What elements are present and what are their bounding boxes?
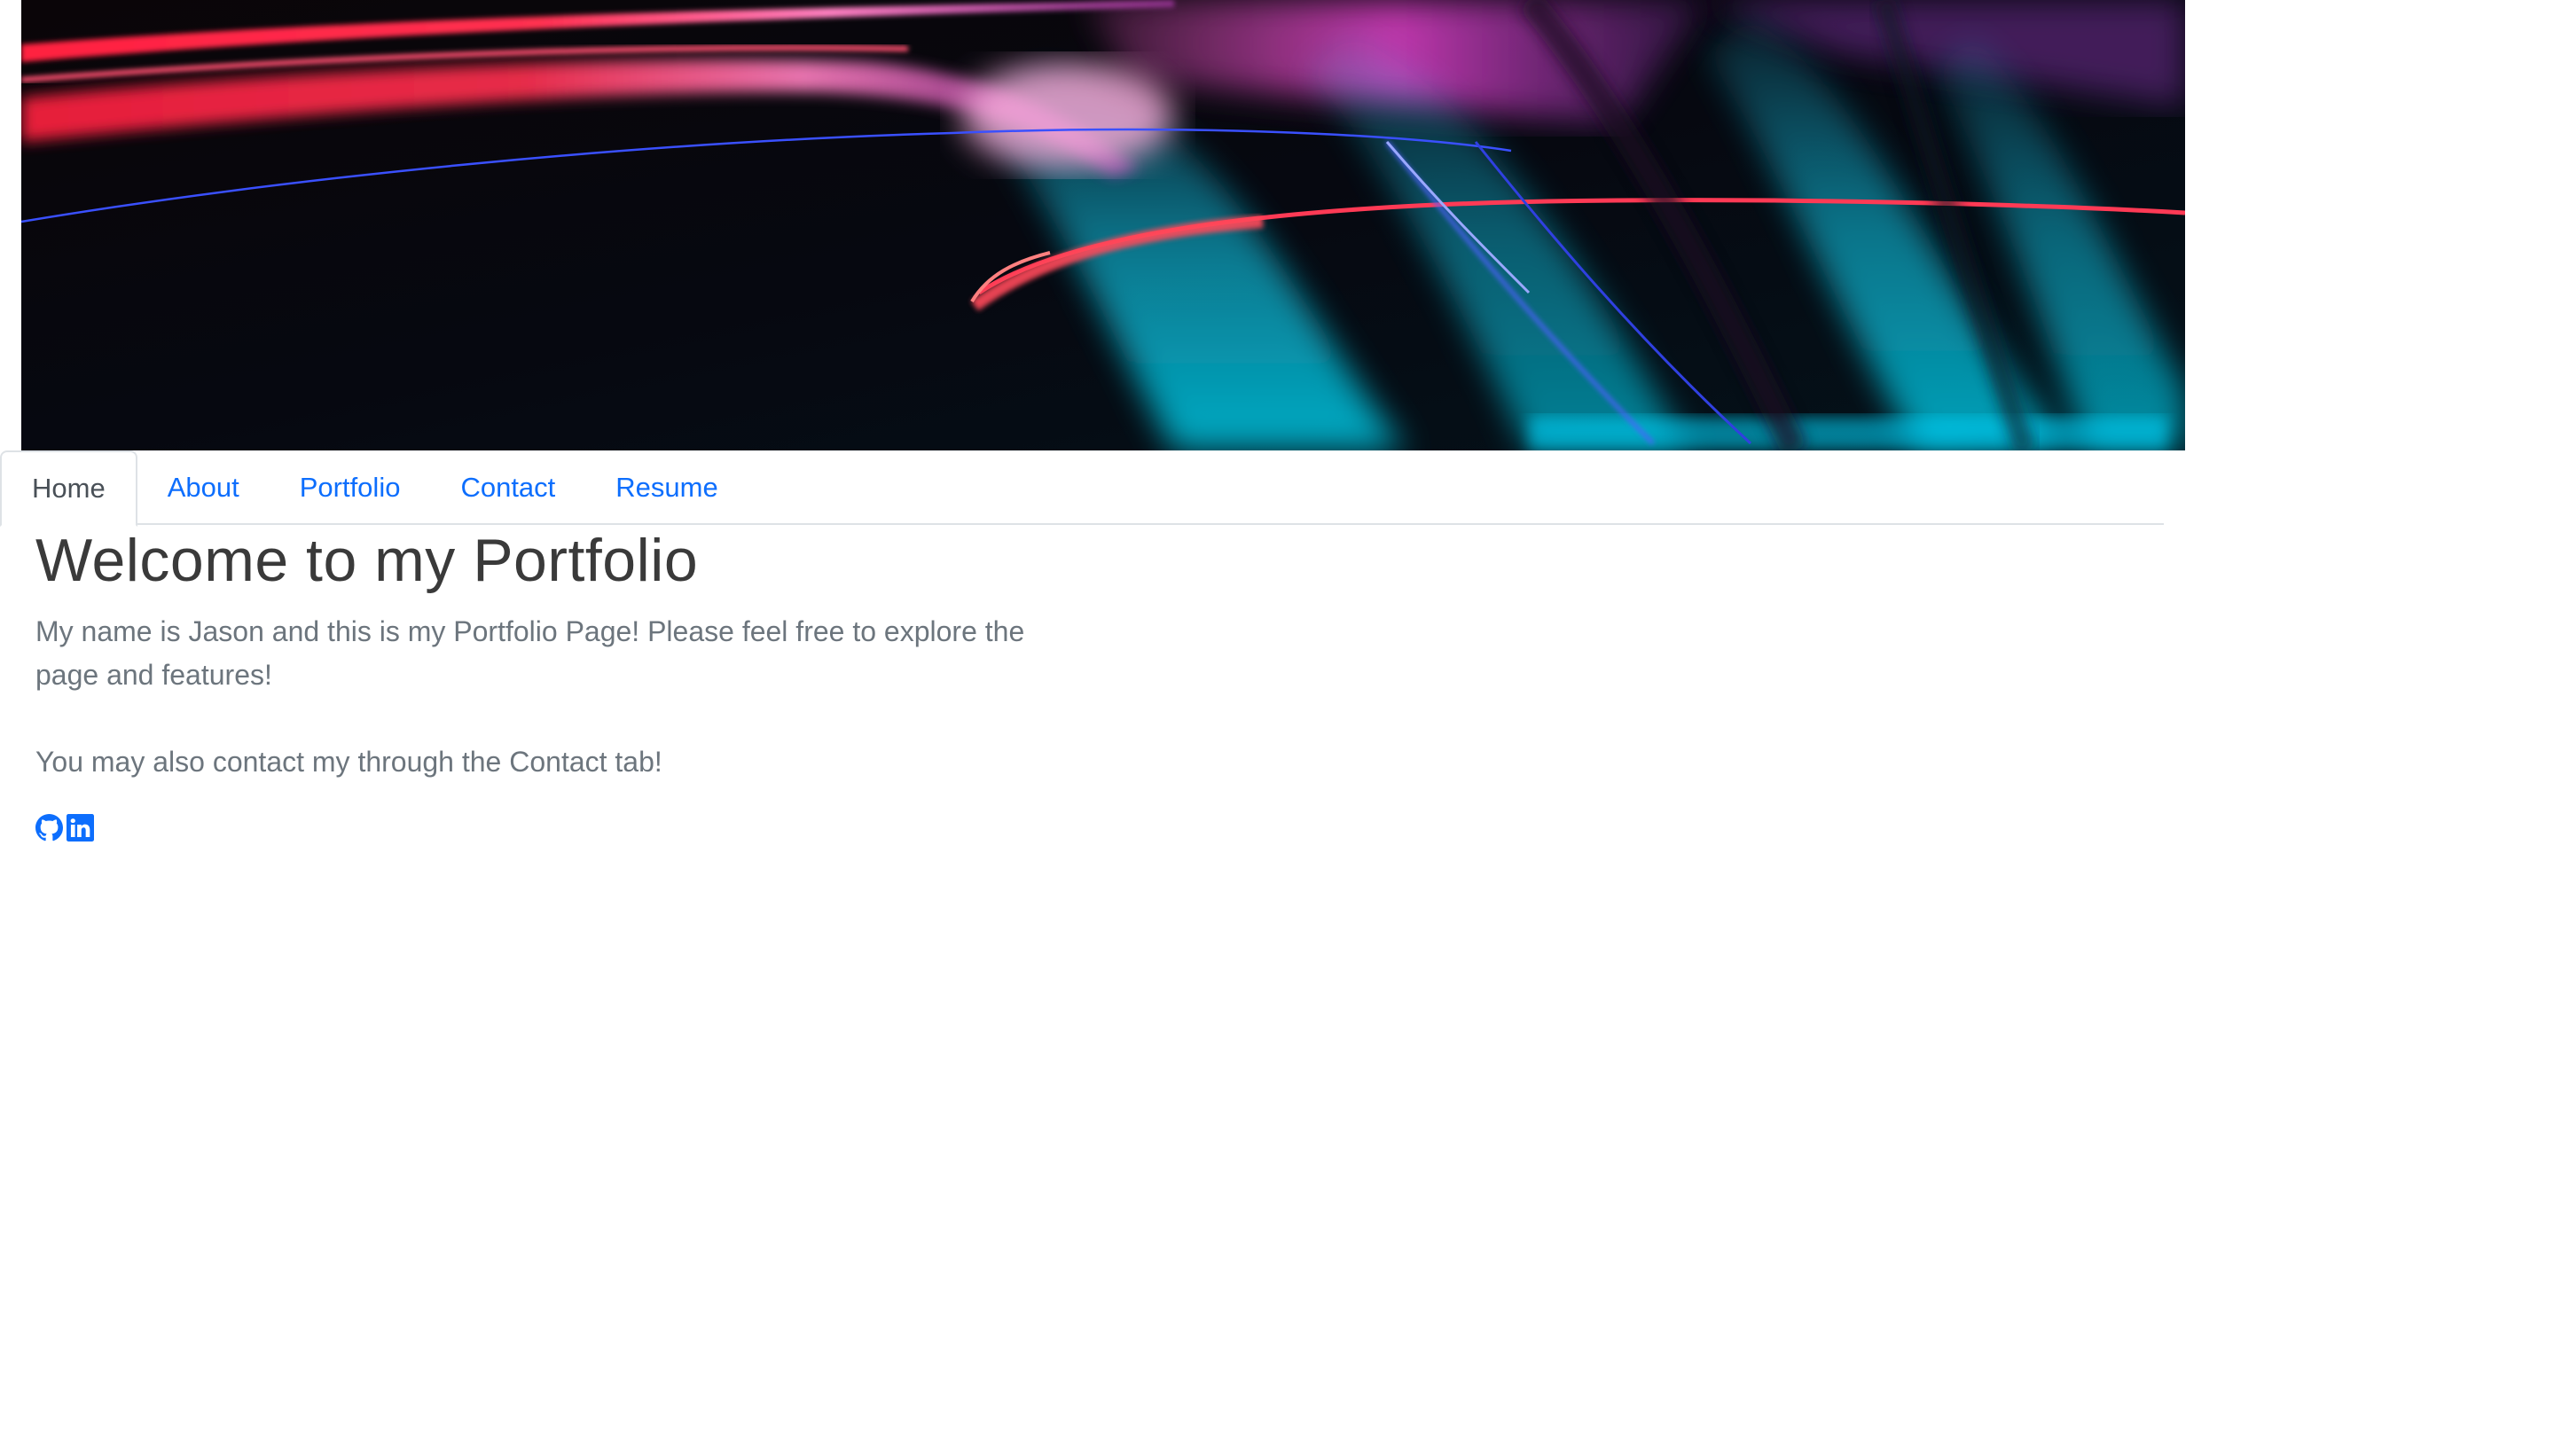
page-title: Welcome to my Portfolio	[35, 527, 699, 594]
tab-resume[interactable]: Resume	[585, 450, 748, 525]
linkedin-icon	[67, 814, 94, 842]
tab-about[interactable]: About	[137, 450, 270, 525]
tab-home[interactable]: Home	[0, 450, 137, 527]
light-trails-image	[21, 0, 2185, 450]
tab-portfolio[interactable]: Portfolio	[270, 450, 431, 525]
linkedin-link[interactable]	[67, 814, 94, 842]
github-icon	[35, 814, 63, 842]
tab-contact[interactable]: Contact	[430, 450, 585, 525]
social-links	[35, 814, 1029, 842]
contact-note: You may also contact my through the Cont…	[35, 746, 662, 778]
main-nav-tabs: Home About Portfolio Contact Resume	[0, 450, 2164, 527]
intro-text: My name is Jason and this is my Portfoli…	[35, 615, 1025, 691]
github-link[interactable]	[35, 814, 63, 842]
hero-banner	[21, 0, 2185, 450]
home-content: Welcome to my Portfolio My name is Jason…	[35, 525, 1029, 842]
